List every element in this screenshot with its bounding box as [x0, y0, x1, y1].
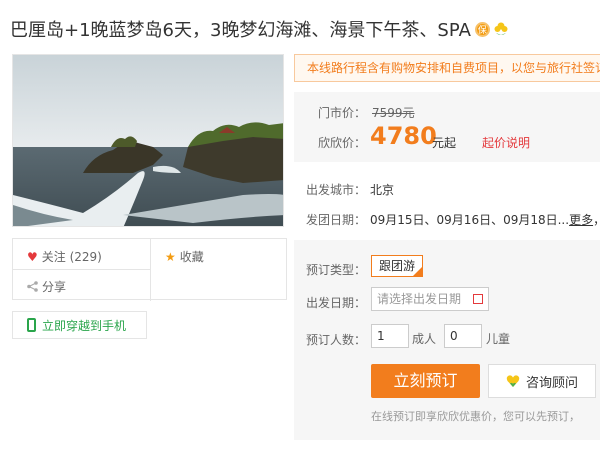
price-explanation-link[interactable]: 起价说明	[482, 134, 530, 151]
send-to-mobile-button[interactable]: 立即穿越到手机	[12, 311, 147, 339]
action-panel: ♥ 关注 (229) ★ 收藏 分享	[12, 238, 287, 301]
phone-icon	[27, 318, 36, 332]
consult-label: 咨询顾问	[525, 375, 578, 391]
share-button[interactable]: 分享	[27, 278, 66, 295]
departure-dates-value: 09月15日、09月16日、09月18日...更多，请	[370, 211, 600, 228]
price-unit: 元起	[432, 136, 457, 150]
people-count-label: 预订人数：	[306, 333, 367, 347]
children-input[interactable]: 0	[444, 324, 482, 348]
selected-check-icon	[413, 267, 422, 276]
share-icon	[27, 281, 38, 292]
our-price-label: 欣欣价：	[318, 136, 367, 150]
product-title: 巴厘岛+1晚蓝梦岛6天，3晚梦幻海滩、海景下午茶、SPA	[10, 20, 471, 41]
booking-type-value: 跟团游	[378, 259, 415, 273]
departure-date-input[interactable]: 请选择出发日期	[371, 287, 489, 311]
booking-footer-note: 在线预订即享欣欣优惠价，您可以先预订，	[371, 410, 580, 423]
departure-city-value: 北京	[370, 183, 395, 197]
market-price-label: 门市价：	[318, 106, 367, 120]
follow-label: 关注 (229)	[41, 250, 102, 264]
adults-input[interactable]: 1	[371, 324, 409, 348]
divider	[13, 269, 150, 270]
beach-image	[13, 55, 283, 226]
page-title: 巴厘岛+1晚蓝梦岛6天，3晚梦幻海滩、海景下午茶、SPA 保	[10, 14, 509, 44]
star-icon: ★	[165, 249, 176, 264]
follow-button[interactable]: ♥ 关注 (229)	[27, 248, 102, 265]
book-now-button[interactable]: 立刻预订	[371, 364, 480, 398]
share-label: 分享	[42, 280, 67, 294]
children-unit: 儿童	[486, 332, 511, 346]
divider	[150, 239, 151, 301]
date-placeholder: 请选择出发日期	[377, 292, 462, 306]
market-price-value: 7599元	[372, 106, 415, 120]
dates-tail: ，请	[593, 213, 600, 227]
shopping-notice: 本线路行程含有购物安排和自费项目，以您与旅行社签订	[294, 54, 600, 82]
calendar-icon	[473, 294, 483, 304]
flower-badge-icon	[494, 22, 508, 35]
adults-unit: 成人	[412, 332, 437, 346]
guarantee-badge-icon: 保	[474, 21, 490, 37]
heart-chat-icon	[506, 375, 520, 387]
departure-dates-label: 发团日期：	[306, 213, 367, 227]
favorite-button[interactable]: ★ 收藏	[165, 248, 204, 265]
favorite-label: 收藏	[179, 250, 204, 264]
send-to-mobile-label: 立即穿越到手机	[42, 318, 127, 333]
more-dates-link[interactable]: 更多	[569, 213, 593, 227]
departure-city-label: 出发城市：	[306, 183, 367, 197]
price-box: 门市价： 7599元 欣欣价： 4780 元起 起价说明	[294, 92, 600, 162]
consult-advisor-button[interactable]: 咨询顾问	[488, 364, 596, 398]
booking-type-label: 预订类型：	[306, 263, 367, 277]
booking-type-option[interactable]: 跟团游	[371, 255, 423, 277]
product-photo[interactable]	[12, 54, 284, 227]
heart-icon: ♥	[27, 249, 38, 264]
departure-dates-text: 09月15日、09月16日、09月18日...	[370, 213, 570, 227]
departure-date-label: 出发日期：	[306, 296, 367, 310]
our-price-value: 4780	[370, 122, 437, 150]
